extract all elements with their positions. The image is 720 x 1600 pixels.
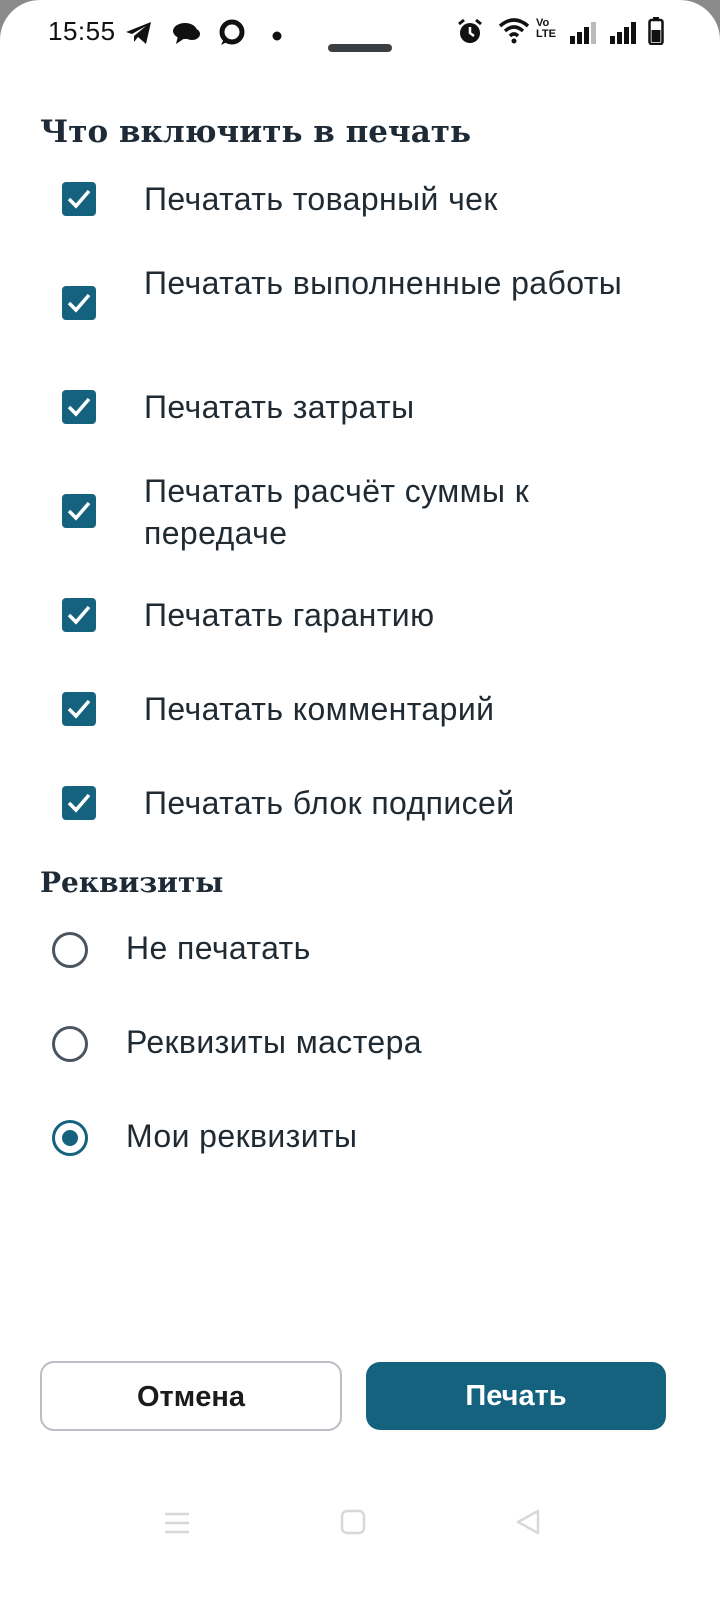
radio-row-my-requisites[interactable]: Мои реквизиты bbox=[0, 1108, 720, 1168]
checkbox-label: Печатать товарный чек bbox=[144, 181, 498, 217]
status-time: 15:55 bbox=[48, 16, 116, 46]
cancel-button[interactable]: Отмена bbox=[40, 1361, 342, 1431]
signal-icon bbox=[570, 20, 600, 49]
print-options-sheet: 15:55 Vo LTE Что включить в печать Печат… bbox=[0, 0, 720, 1600]
checkbox-row-costs[interactable]: Печатать затраты bbox=[0, 384, 720, 430]
checkbox-label: Печатать выполненные работы bbox=[144, 265, 623, 301]
checkbox-label: Печатать затраты bbox=[144, 389, 415, 425]
chat-bubbles-icon bbox=[172, 20, 202, 51]
checkbox-row-warranty[interactable]: Печатать гарантию bbox=[0, 592, 720, 638]
checkbox-checked[interactable] bbox=[62, 182, 96, 216]
radio-row-master-requisites[interactable]: Реквизиты мастера bbox=[0, 1014, 720, 1074]
checkbox-label: Печатать комментарий bbox=[144, 691, 495, 727]
menu-icon[interactable] bbox=[164, 1510, 190, 1541]
checkbox-row-receipt[interactable]: Печатать товарный чек bbox=[0, 176, 720, 222]
radio-button-selected[interactable] bbox=[52, 1120, 88, 1156]
back-triangle-icon[interactable] bbox=[514, 1508, 542, 1541]
dot-icon bbox=[272, 28, 282, 46]
status-bar: 15:55 Vo LTE bbox=[0, 0, 720, 64]
checkbox-label: Печатать гарантию bbox=[144, 597, 435, 633]
checkbox-checked[interactable] bbox=[62, 494, 96, 528]
radio-label: Мои реквизиты bbox=[126, 1118, 358, 1154]
checkbox-row-comment[interactable]: Печатать комментарий bbox=[0, 686, 720, 732]
checkbox-label: Печатать блок подписей bbox=[144, 785, 515, 821]
telegram-icon bbox=[124, 20, 154, 51]
checkbox-label: Печатать расчёт суммы к передаче bbox=[144, 473, 530, 551]
signal-icon bbox=[610, 20, 640, 49]
radio-dot bbox=[62, 1130, 78, 1146]
wifi-icon bbox=[498, 18, 530, 49]
system-nav-bar bbox=[0, 1480, 720, 1600]
radio-row-no-print[interactable]: Не печатать bbox=[0, 920, 720, 980]
requisites-section-title: Реквизиты bbox=[40, 866, 224, 899]
checkbox-checked[interactable] bbox=[62, 390, 96, 424]
home-square-icon[interactable] bbox=[340, 1509, 366, 1540]
alarm-icon bbox=[456, 18, 484, 51]
messenger-icon bbox=[218, 19, 246, 52]
checkbox-row-works[interactable]: Печатать выполненные работы bbox=[0, 262, 720, 346]
radio-label: Не печатать bbox=[126, 930, 311, 966]
checkbox-checked[interactable] bbox=[62, 692, 96, 726]
radio-button[interactable] bbox=[52, 932, 88, 968]
volte-icon: Vo LTE bbox=[536, 17, 556, 40]
checkbox-checked[interactable] bbox=[62, 786, 96, 820]
battery-icon bbox=[648, 17, 664, 50]
checkbox-checked[interactable] bbox=[62, 598, 96, 632]
checkbox-row-signatures[interactable]: Печатать блок подписей bbox=[0, 780, 720, 826]
radio-button[interactable] bbox=[52, 1026, 88, 1062]
checkbox-row-transfer-sum[interactable]: Печатать расчёт суммы к передаче bbox=[0, 470, 720, 554]
drag-handle[interactable] bbox=[328, 44, 392, 52]
print-button[interactable]: Печать bbox=[366, 1362, 666, 1430]
radio-label: Реквизиты мастера bbox=[126, 1024, 422, 1060]
checkbox-checked[interactable] bbox=[62, 286, 96, 320]
print-section-title: Что включить в печать bbox=[40, 114, 472, 150]
